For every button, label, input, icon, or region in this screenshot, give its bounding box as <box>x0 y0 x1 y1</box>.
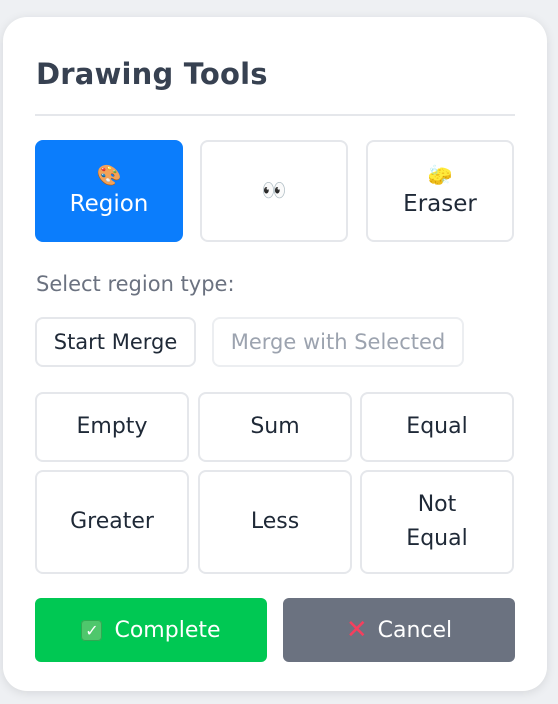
title-divider <box>35 114 515 116</box>
tool-eraser-label: Eraser <box>403 191 477 217</box>
sponge-icon: 🧽 <box>427 163 453 187</box>
cancel-button[interactable]: ✕ Cancel <box>283 598 515 662</box>
start-merge-button[interactable]: Start Merge <box>35 317 196 367</box>
drawing-tools-panel: Drawing Tools 🎨 Region 👀 🧽 Eraser Select… <box>3 17 547 691</box>
cancel-label: Cancel <box>377 617 453 643</box>
region-type-not-equal-button[interactable]: Not Equal <box>360 470 514 574</box>
close-icon: ✕ <box>345 615 368 645</box>
complete-button[interactable]: ✓ Complete <box>35 598 267 662</box>
region-type-greater-button[interactable]: Greater <box>35 470 189 574</box>
palette-icon: 🎨 <box>96 163 122 187</box>
region-type-prompt: Select region type: <box>36 272 235 296</box>
tool-eraser-button[interactable]: 🧽 Eraser <box>366 140 514 242</box>
complete-label: Complete <box>114 617 221 643</box>
region-type-sum-button[interactable]: Sum <box>198 392 352 462</box>
region-type-equal-button[interactable]: Equal <box>360 392 514 462</box>
region-type-less-button[interactable]: Less <box>198 470 352 574</box>
tool-region-label: Region <box>69 191 149 217</box>
region-type-empty-button[interactable]: Empty <box>35 392 189 462</box>
check-icon: ✓ <box>81 619 103 641</box>
merge-with-selected-button[interactable]: Merge with Selected <box>212 317 464 367</box>
eyes-icon: 👀 <box>261 178 287 202</box>
tool-region-button[interactable]: 🎨 Region <box>35 140 183 242</box>
panel-title: Drawing Tools <box>36 57 268 91</box>
tool-eyes-button[interactable]: 👀 <box>200 140 348 242</box>
